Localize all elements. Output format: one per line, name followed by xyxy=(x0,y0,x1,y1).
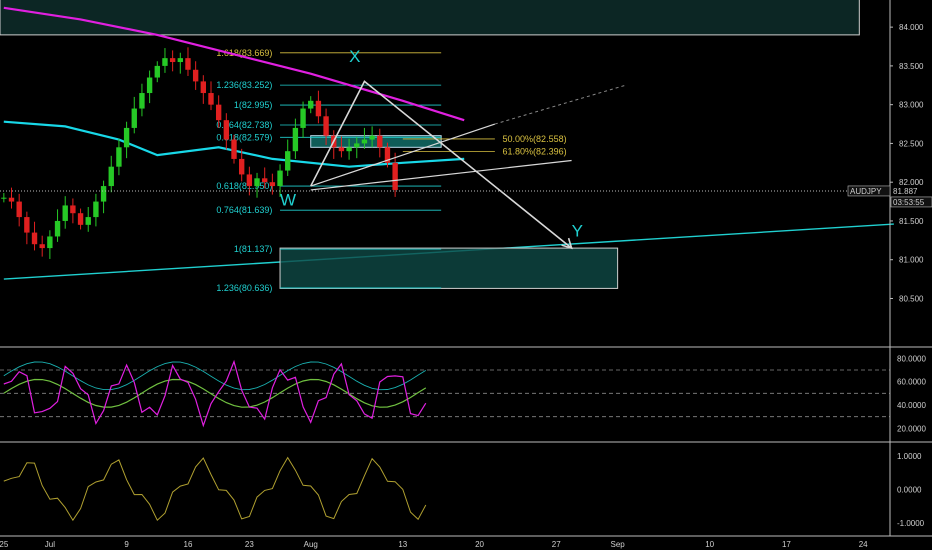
price-tick-label: 82.500 xyxy=(899,139,924,148)
osc-tick-label: 60.0000 xyxy=(897,378,926,387)
date-tick-label: 27 xyxy=(552,540,561,549)
fib-level-label: 0.764(81.639) xyxy=(216,205,272,215)
candle xyxy=(215,104,222,121)
candle xyxy=(223,120,230,140)
fib-level-label: 1.236(80.636) xyxy=(216,283,272,293)
price-tick-label: 81.500 xyxy=(899,217,924,226)
candle xyxy=(116,147,122,167)
date-tick-label: Aug xyxy=(304,540,318,549)
candle xyxy=(254,178,260,187)
candle xyxy=(70,205,76,214)
candle xyxy=(62,205,68,221)
date-tick-label: Sep xyxy=(611,540,626,549)
candle xyxy=(346,147,352,152)
candle xyxy=(177,58,183,63)
candle xyxy=(300,108,306,128)
candle xyxy=(354,143,360,148)
price-tick-label: 83.500 xyxy=(899,62,924,71)
osc-tick-label: 40.0000 xyxy=(897,401,926,410)
date-tick-label: 23 xyxy=(245,540,254,549)
candle xyxy=(100,186,107,202)
candle xyxy=(262,178,268,183)
candle xyxy=(238,158,245,175)
candle xyxy=(131,108,137,128)
date-tick-label: 9 xyxy=(124,540,129,549)
price-tick-label: 84.000 xyxy=(899,23,924,32)
candle xyxy=(146,77,153,94)
candle xyxy=(108,166,114,187)
candle xyxy=(192,69,199,82)
candle xyxy=(16,201,22,218)
candle xyxy=(315,100,322,117)
mom-tick-label: 1.0000 xyxy=(897,452,922,461)
candle xyxy=(185,58,191,70)
date-tick-label: 17 xyxy=(782,540,791,549)
date-tick-label: 24 xyxy=(859,540,868,549)
candle xyxy=(139,93,145,109)
fib-level-label: 61.80%(82.396) xyxy=(503,146,567,156)
countdown-label: 03:53:55 xyxy=(893,198,925,207)
osc-tick-label: 20.0000 xyxy=(897,424,926,433)
wave-label-y: Y xyxy=(572,221,583,240)
candle xyxy=(208,93,214,105)
price-tick-label: 83.000 xyxy=(899,101,924,110)
target-zone xyxy=(279,247,619,289)
candle xyxy=(361,139,368,144)
candle xyxy=(292,127,299,152)
candle xyxy=(123,127,130,148)
price-tick-label: 80.500 xyxy=(899,294,924,303)
candle xyxy=(77,213,84,225)
candle xyxy=(246,174,253,187)
fib-level-label: 1(81.137) xyxy=(234,244,273,254)
candle xyxy=(8,197,15,202)
candle xyxy=(162,58,168,66)
mom-tick-label: -1.0000 xyxy=(897,519,925,528)
candle xyxy=(93,201,99,218)
candle xyxy=(47,236,53,249)
fib-level-label: 50.00%(82.558) xyxy=(503,134,567,144)
candle xyxy=(85,217,91,225)
candle xyxy=(323,116,329,136)
date-tick-label: 13 xyxy=(398,540,407,549)
candle xyxy=(39,244,45,249)
candle xyxy=(154,65,160,78)
symbol-label: AUDJPY xyxy=(850,187,882,196)
candle xyxy=(231,139,237,159)
candle xyxy=(269,182,276,187)
candle xyxy=(392,162,398,190)
date-tick-label: Jul xyxy=(45,540,55,549)
fib-level-label: 1.236(83.252) xyxy=(216,80,272,90)
candle xyxy=(169,58,176,63)
date-tick-label: 10 xyxy=(705,540,714,549)
price-tick-label: 81.000 xyxy=(899,256,924,265)
mom-tick-label: 0.0000 xyxy=(897,486,922,495)
candle xyxy=(285,151,291,171)
date-tick-label: 20 xyxy=(475,540,484,549)
fib-level-label: 1(82.995) xyxy=(234,100,273,110)
last-price-label: 81.887 xyxy=(893,187,918,196)
candle xyxy=(1,197,7,199)
candle xyxy=(31,232,38,245)
candle xyxy=(24,217,30,233)
candle xyxy=(308,100,314,109)
candle xyxy=(54,220,61,237)
price-tick-label: 82.000 xyxy=(899,178,924,187)
candle xyxy=(338,147,345,152)
osc-tick-label: 80.0000 xyxy=(897,354,926,363)
candle xyxy=(369,135,375,140)
wave-label-x: X xyxy=(349,47,360,66)
date-tick-label: 16 xyxy=(184,540,193,549)
fib-level-label: 0.618(81.950) xyxy=(216,181,272,191)
trading-chart[interactable]: 1.618(83.669)1.236(83.252)1(82.995)0.764… xyxy=(0,0,932,550)
candle xyxy=(377,135,383,148)
candle xyxy=(200,81,207,94)
candle xyxy=(277,170,283,187)
wave-label-w: W xyxy=(280,190,296,209)
date-tick-label: 25 xyxy=(0,540,9,549)
